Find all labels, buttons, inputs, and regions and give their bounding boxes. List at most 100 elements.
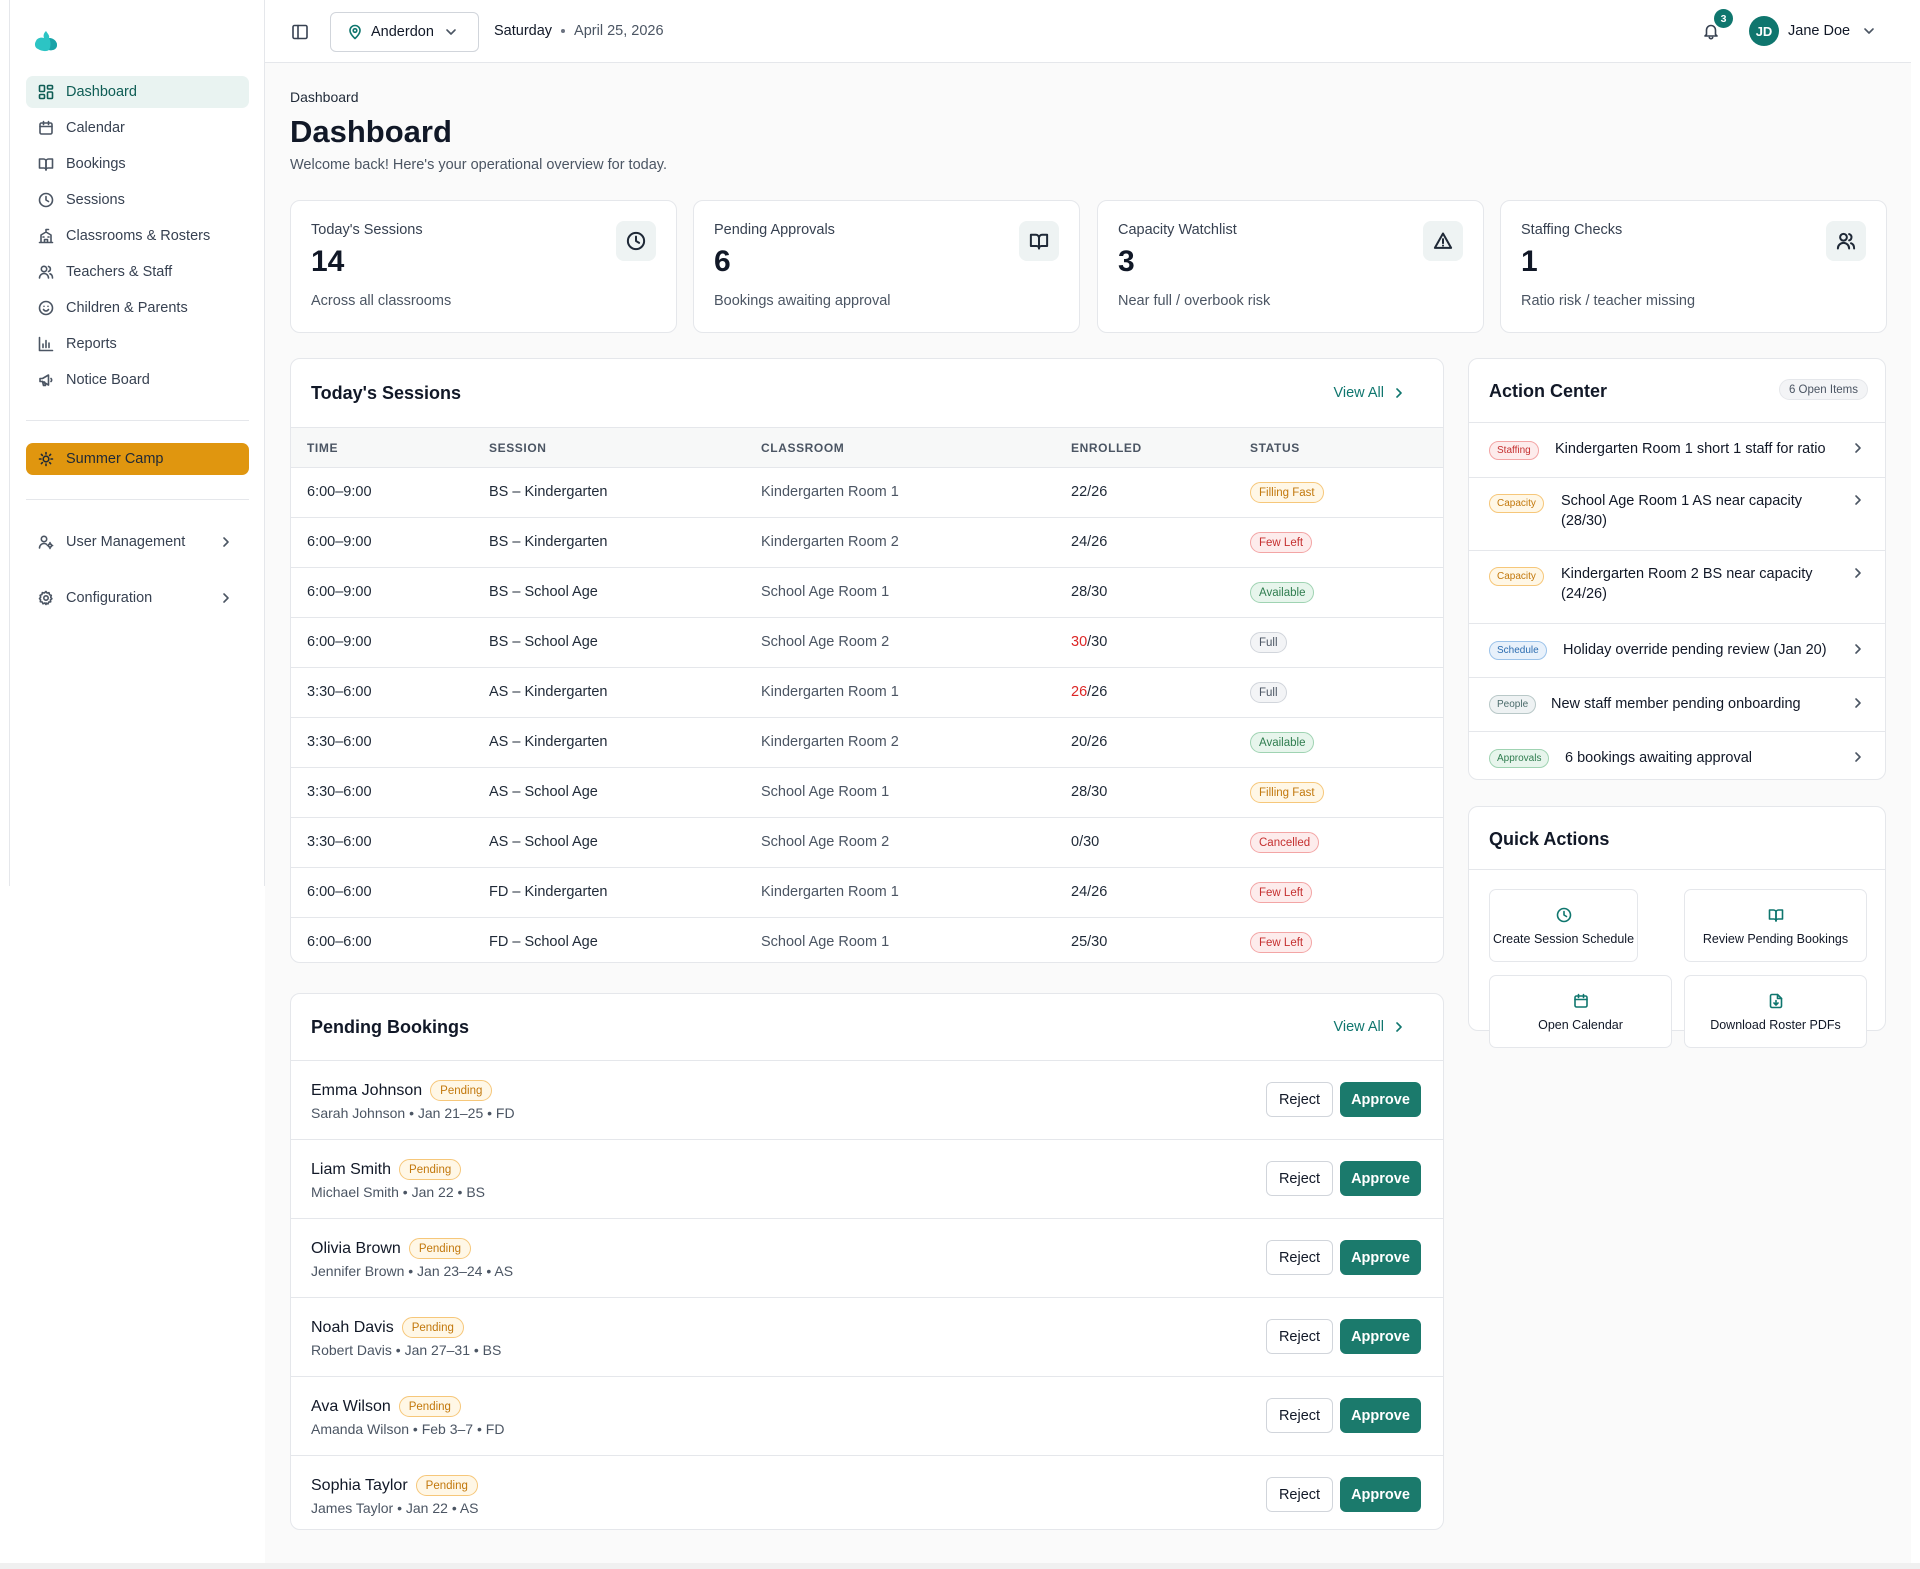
reject-button[interactable]: Reject [1266,1161,1333,1196]
cell-session: AS – Kindergarten [489,734,608,750]
approve-button[interactable]: Approve [1340,1082,1421,1117]
sidebar-item-children[interactable]: Children & Parents [26,292,249,324]
book-icon [1029,233,1049,250]
program-summer-camp[interactable]: Summer Camp [26,443,249,475]
chevron-right-icon [1396,1022,1402,1032]
cell-classroom: School Age Room 1 [761,934,890,950]
chevron-down-icon[interactable] [1862,24,1876,38]
list-item: Sophia Taylor Pending James Taylor • Jan … [291,1455,1443,1529]
action-text: Kindergarten Room 2 BS near capacity (24… [1561,566,1813,602]
sidebar-item-label: Calendar [66,120,125,136]
sidebar-item-bookings[interactable]: Bookings [26,148,249,180]
quick-actions-title: Quick Actions [1489,829,1610,849]
cell-enrolled: 0/30 [1071,834,1099,850]
action-text: School Age Room 1 AS near capacity (28/3… [1561,493,1803,529]
sidebar-item-dashboard[interactable]: Dashboard [26,76,249,108]
status-badge: Few Left [1250,882,1313,903]
quick-action-label: Open Calendar [1538,1018,1623,1032]
view-all-label: View All [1333,1019,1384,1035]
chevron-right-icon [1855,495,1861,505]
table-row[interactable]: 6:00–6:00 FD – Kindergarten Kindergarten… [291,868,1443,918]
sidebar-item-configuration[interactable]: Configuration [26,578,249,618]
action-item[interactable]: People New staff member pending onboardi… [1469,677,1885,731]
sessions-view-all-link[interactable]: View All [1333,385,1406,401]
breadcrumb: Dashboard [290,89,359,105]
column-header-enrolled: ENROLLED [1071,441,1142,455]
status-badge: Pending [430,1080,493,1101]
stat-icon-box [1423,221,1463,261]
table-row[interactable]: 6:00–9:00 BS – School Age School Age Roo… [291,618,1443,668]
reject-button[interactable]: Reject [1266,1240,1333,1275]
booking-child: Sophia Taylor Pending [311,1475,478,1496]
cell-classroom: Kindergarten Room 1 [761,684,899,700]
reject-button[interactable]: Reject [1266,1398,1333,1433]
action-item[interactable]: Capacity School Age Room 1 AS near capac… [1469,477,1885,550]
action-item[interactable]: Schedule Holiday override pending review… [1469,623,1885,677]
sidebar-item-reports[interactable]: Reports [26,328,249,360]
sidebar-item-label: Children & Parents [66,300,188,316]
approve-button[interactable]: Approve [1340,1477,1421,1512]
child-name: Noah Davis [311,1318,394,1336]
booking-child: Ava Wilson Pending [311,1396,461,1417]
table-row[interactable]: 3:30–6:00 AS – Kindergarten Kindergarten… [291,718,1443,768]
sidebar-item-teachers[interactable]: Teachers & Staff [26,256,249,288]
enrolled-count: 22 [1071,484,1088,500]
approve-button[interactable]: Approve [1340,1240,1421,1275]
sidebar-item-user-management[interactable]: User Management [26,522,249,562]
cell-session: AS – School Age [489,834,598,850]
current-date-value: April 25, 2026 [574,23,664,39]
cell-classroom: School Age Room 1 [761,584,890,600]
user-name[interactable]: Jane Doe [1788,23,1850,39]
table-row[interactable]: 6:00–9:00 BS – School Age School Age Roo… [291,568,1443,618]
action-text: 6 bookings awaiting approval [1565,750,1753,766]
reject-button[interactable]: Reject [1266,1082,1333,1117]
sidebar-item-label: Teachers & Staff [66,264,173,280]
booking-child: Noah Davis Pending [311,1317,464,1338]
table-row[interactable]: 3:30–6:00 AS – School Age School Age Roo… [291,818,1443,868]
action-item[interactable]: Approvals 6 bookings awaiting approval [1469,731,1885,779]
main-content: Dashboard Dashboard Welcome back! Here's… [265,63,1911,1563]
table-row[interactable]: 3:30–6:00 AS – Kindergarten Kindergarten… [291,668,1443,718]
chevron-down-icon [446,29,456,35]
bookings-view-all-link[interactable]: View All [1333,1019,1406,1035]
avatar[interactable]: JD [1749,16,1779,46]
download-roster-pdfs-button[interactable]: Download Roster PDFs [1684,975,1867,1048]
location-selector[interactable]: Anderdon [330,12,479,52]
reject-button[interactable]: Reject [1266,1319,1333,1354]
approve-button[interactable]: Approve [1340,1319,1421,1354]
sidebar-toggle-icon[interactable] [291,23,309,41]
card-divider [1469,869,1885,870]
reject-button[interactable]: Reject [1266,1477,1333,1512]
stat-hint: Near full / overbook risk [1118,293,1271,309]
review-pending-bookings-button[interactable]: Review Pending Bookings [1684,889,1867,962]
book-icon [1768,909,1783,922]
approve-button[interactable]: Approve [1340,1398,1421,1433]
table-row[interactable]: 6:00–9:00 BS – Kindergarten Kindergarten… [291,468,1443,518]
action-item[interactable]: Staffing Kindergarten Room 1 short 1 sta… [1469,422,1885,477]
create-session-schedule-button[interactable]: Create Session Schedule [1489,889,1638,962]
sidebar-item-sessions[interactable]: Sessions [26,184,249,216]
pending-bookings-card: Pending Bookings View All Emma Johnson Pe… [290,993,1444,1530]
calendar-icon [1573,993,1588,1008]
table-row[interactable]: 3:30–6:00 AS – School Age School Age Roo… [291,768,1443,818]
status-badge: Cancelled [1250,832,1320,853]
sidebar-item-calendar[interactable]: Calendar [26,112,249,144]
action-item[interactable]: Capacity Kindergarten Room 2 BS near cap… [1469,550,1885,623]
table-row[interactable]: 6:00–9:00 BS – Kindergarten Kindergarten… [291,518,1443,568]
location-value: Anderdon [371,24,434,40]
status-badge: Few Left [1250,932,1313,953]
enrolled-capacity: /30 [1087,634,1108,650]
users-icon [38,265,54,279]
action-tag: Capacity [1489,494,1544,513]
open-calendar-button[interactable]: Open Calendar [1489,975,1672,1048]
enrolled-capacity: /26 [1087,534,1108,550]
sidebar-item-label: User Management [66,534,186,550]
action-tag: Schedule [1489,641,1547,660]
sidebar-item-notice-board[interactable]: Notice Board [26,364,249,396]
sidebar-item-classrooms[interactable]: Classrooms & Rosters [26,220,249,252]
page-bottom-edge [0,1563,1920,1569]
table-row[interactable]: 6:00–6:00 FD – School Age School Age Roo… [291,918,1443,962]
warning-icon [1433,232,1453,249]
action-tag: Capacity [1489,567,1544,586]
approve-button[interactable]: Approve [1340,1161,1421,1196]
